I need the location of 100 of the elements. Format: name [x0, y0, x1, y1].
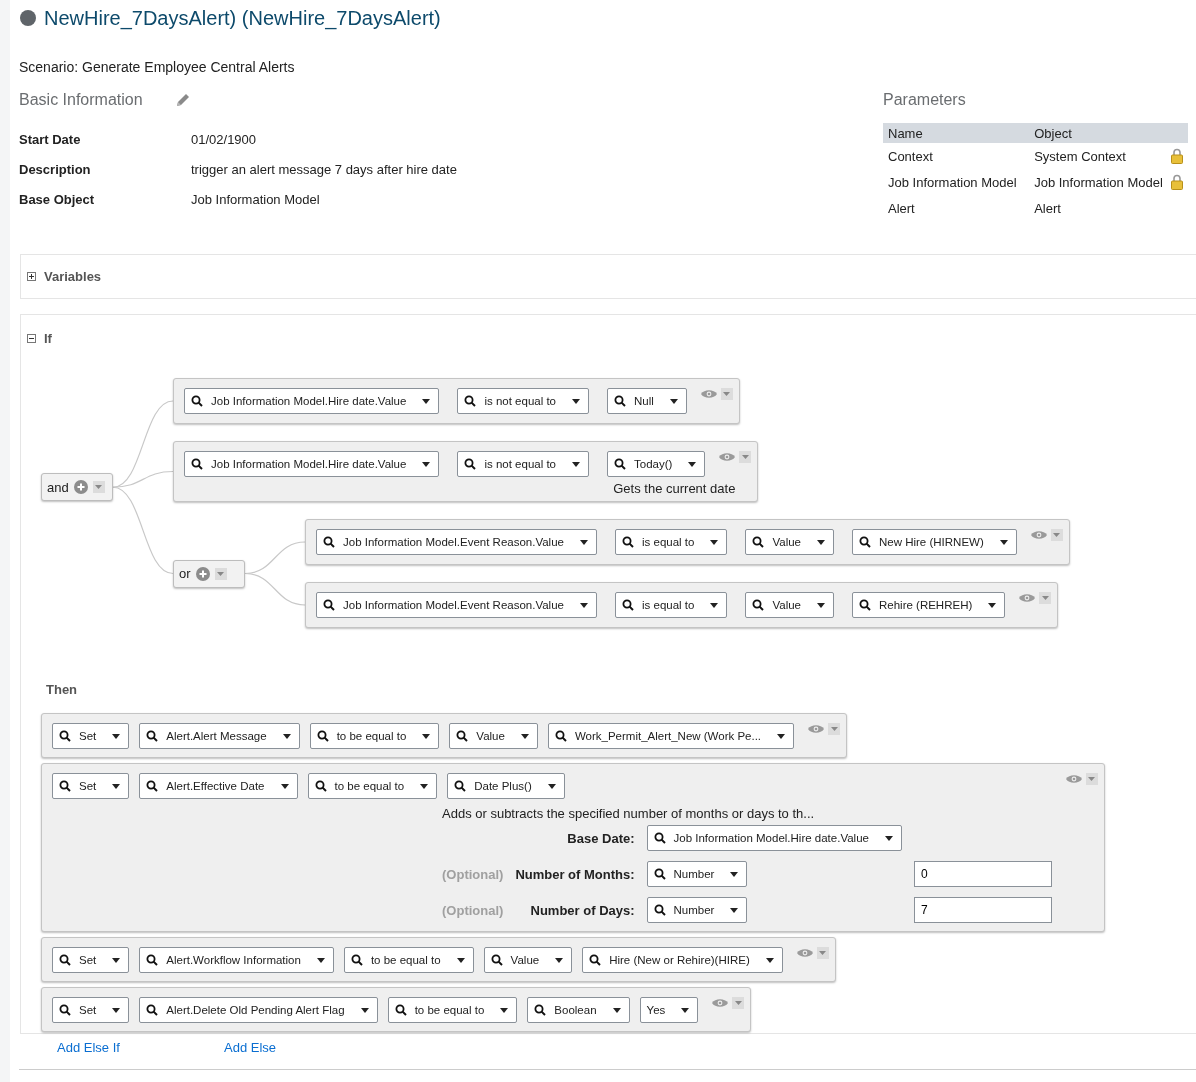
dropdown[interactable]: Job Information Model.Hire date.Value	[184, 451, 440, 477]
section-label: Variables	[44, 269, 102, 284]
eye-icon[interactable]	[796, 948, 813, 958]
function-hint: Gets the current date	[612, 481, 736, 496]
caret-icon	[112, 957, 121, 963]
eye-icon[interactable]	[712, 998, 729, 1008]
dropdown[interactable]: Work_Permit_Alert_New (Work Pe...	[547, 723, 795, 749]
add-icon[interactable]	[73, 480, 88, 495]
dropdown[interactable]: Set	[52, 997, 130, 1023]
menu-button[interactable]	[739, 451, 752, 463]
input-field[interactable]: 7	[913, 897, 1052, 923]
caret-icon	[817, 602, 825, 608]
caret-icon	[734, 1001, 742, 1005]
dropdown[interactable]: Job Information Model.Event Reason.Value	[316, 529, 597, 555]
dropdown[interactable]: Value	[449, 723, 538, 749]
caret-icon	[316, 957, 325, 963]
caret-icon	[817, 539, 825, 545]
eye-icon[interactable]	[1030, 530, 1047, 540]
table-cell: Job Information Model	[888, 174, 1017, 190]
dropdown[interactable]: to be equal to	[309, 723, 440, 749]
caret-icon	[95, 485, 103, 490]
dropdown[interactable]: is equal to	[615, 529, 728, 555]
caret-icon	[217, 571, 225, 576]
dropdown[interactable]: Date Plus()	[447, 773, 565, 799]
dropdown[interactable]: Alert.Delete Old Pending Alert Flag	[139, 997, 378, 1023]
add-icon[interactable]	[195, 566, 210, 581]
caret-icon	[112, 1007, 121, 1013]
dropdown[interactable]: Today()	[607, 451, 706, 477]
dropdown[interactable]: to be equal to	[387, 997, 518, 1023]
caret-icon	[580, 539, 588, 545]
dropdown[interactable]: Yes	[639, 997, 699, 1023]
status-dot	[20, 10, 36, 26]
eye-icon[interactable]	[719, 452, 736, 462]
menu-button[interactable]	[816, 947, 829, 959]
dropdown[interactable]: to be equal to	[343, 947, 474, 973]
menu-button[interactable]	[1085, 773, 1098, 785]
field-label: Description	[19, 161, 92, 179]
dropdown[interactable]: Job Information Model.Hire date.Value	[184, 388, 440, 414]
table-cell: Alert	[1034, 200, 1061, 216]
dropdown[interactable]: is not equal to	[457, 388, 589, 414]
dropdown[interactable]: Number	[646, 861, 748, 887]
eye-icon[interactable]	[1065, 774, 1082, 784]
dropdown[interactable]: Hire (New or Rehire)(HIRE)	[582, 947, 783, 973]
dropdown[interactable]: is not equal to	[457, 451, 589, 477]
field-label: Base Object	[19, 191, 96, 209]
link[interactable]: Add Else	[224, 1040, 391, 1055]
dropdown[interactable]: Alert.Workflow Information	[139, 947, 334, 973]
dropdown[interactable]: Rehire (REHREH)	[852, 592, 1006, 618]
expand-icon[interactable]	[27, 272, 36, 281]
caret-icon	[520, 733, 529, 739]
eye-icon[interactable]	[700, 389, 717, 399]
caret-icon	[730, 871, 739, 877]
operator-node[interactable]: or	[173, 559, 245, 588]
dropdown[interactable]: Value	[483, 947, 573, 973]
caret-icon	[741, 455, 749, 459]
caret-icon	[112, 733, 121, 739]
caret-icon	[710, 602, 719, 608]
dropdown[interactable]: Boolean	[527, 997, 630, 1023]
operator-label: and	[47, 479, 69, 495]
field-value: trigger an alert message 7 days after hire date	[191, 161, 458, 179]
dropdown[interactable]: New Hire (HIRNEW)	[852, 529, 1017, 555]
dropdown[interactable]: Alert.Alert Message	[139, 723, 300, 749]
caret-icon	[422, 733, 431, 739]
parameter-label: Number of Days:	[529, 902, 635, 918]
menu-button[interactable]	[214, 567, 227, 580]
dropdown[interactable]: Set	[52, 773, 130, 799]
operator-node[interactable]: and	[41, 473, 113, 502]
pencil-icon[interactable]	[174, 92, 191, 108]
dropdown[interactable]: Number	[646, 897, 748, 923]
dropdown[interactable]: Job Information Model.Event Reason.Value	[316, 592, 597, 618]
menu-button[interactable]	[92, 481, 105, 494]
dropdown[interactable]: Alert.Effective Date	[139, 773, 298, 799]
collapse-icon[interactable]	[27, 334, 36, 343]
eye-icon[interactable]	[1019, 593, 1036, 603]
input-field[interactable]: 0	[913, 861, 1052, 887]
dropdown[interactable]: Set	[52, 947, 130, 973]
field-value: 01/02/1900	[191, 131, 258, 149]
caret-icon	[282, 733, 291, 739]
menu-button[interactable]	[828, 723, 841, 735]
menu-button[interactable]	[720, 388, 733, 400]
caret-icon	[830, 727, 838, 731]
menu-button[interactable]	[732, 997, 745, 1009]
eye-icon[interactable]	[808, 724, 825, 734]
parameter-label: Base Date:	[566, 830, 635, 846]
caret-icon	[112, 783, 121, 789]
menu-button[interactable]	[1050, 529, 1063, 541]
caret-icon	[1088, 777, 1096, 781]
link[interactable]: Add Else If	[57, 1040, 224, 1055]
dropdown[interactable]: Value	[745, 592, 834, 618]
dropdown[interactable]: Value	[745, 529, 834, 555]
dropdown[interactable]: to be equal to	[307, 773, 438, 799]
field-label: Start Date	[19, 131, 82, 149]
dropdown[interactable]: is equal to	[615, 592, 728, 618]
dropdown[interactable]: Job Information Model.Hire date.Value	[646, 825, 902, 851]
caret-icon	[456, 957, 465, 963]
scenario-text: Scenario: Generate Employee Central Alerts	[19, 59, 296, 75]
menu-button[interactable]	[1039, 592, 1052, 604]
dropdown[interactable]: Null	[607, 388, 687, 414]
caret-icon	[420, 783, 429, 789]
dropdown[interactable]: Set	[52, 723, 130, 749]
